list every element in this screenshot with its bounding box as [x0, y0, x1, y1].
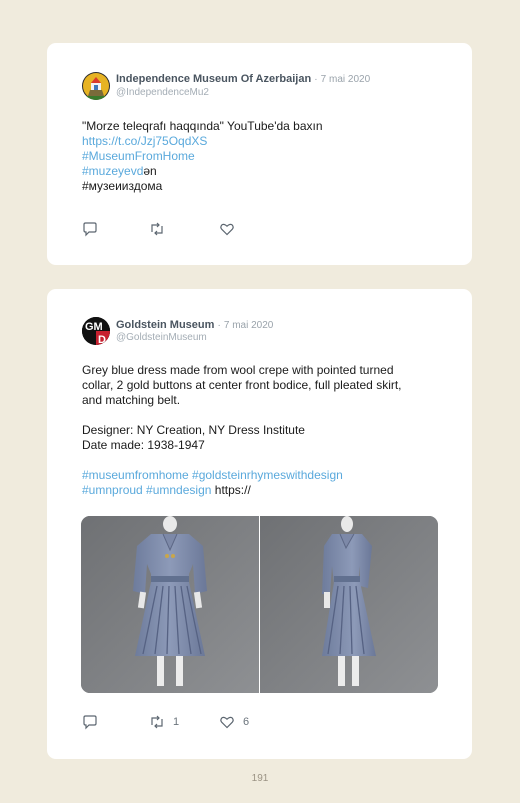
gmd-logo-icon: GM D	[82, 317, 110, 345]
tweet-date[interactable]: 7 mai 2020	[224, 320, 273, 331]
heart-icon	[220, 716, 234, 729]
reply-icon	[83, 715, 97, 730]
retweet-count: 1	[173, 716, 180, 728]
hashtag[interactable]: #muzeyevd	[82, 164, 143, 178]
author-handle[interactable]: @GoldsteinMuseum	[116, 332, 207, 343]
reply-button[interactable]	[82, 714, 98, 730]
tweet-card: Independence Museum Of Azerbaijan · 7 ma…	[47, 43, 472, 265]
like-count: 6	[243, 716, 250, 728]
author-handle[interactable]: @IndependenceMu2	[116, 87, 209, 98]
avatar[interactable]: GM D	[82, 317, 110, 345]
tweet-actions: 1 6	[82, 714, 282, 730]
tweet-date[interactable]: 7 mai 2020	[321, 74, 370, 85]
svg-text:D: D	[98, 334, 106, 345]
like-button[interactable]: 6	[219, 714, 249, 730]
tweet-actions	[82, 221, 282, 237]
tweet-card: GM D Goldstein Museum · 7 mai 2020 @Gold…	[47, 289, 472, 759]
tweet-line: Grey blue dress made from wool crepe wit…	[82, 363, 394, 377]
tweet-line: "Morze teleqrafı haqqında" YouTube'da ba…	[82, 119, 323, 133]
like-button[interactable]	[219, 221, 235, 237]
tweet-line: Designer: NY Creation, NY Dress Institut…	[82, 423, 305, 437]
retweet-button[interactable]	[149, 221, 165, 237]
page-number: 191	[251, 773, 269, 784]
retweet-button[interactable]: 1	[149, 714, 179, 730]
separator: ·	[314, 74, 318, 85]
author-name[interactable]: Independence Museum Of Azerbaijan	[116, 73, 311, 85]
tweet-media[interactable]	[81, 516, 438, 693]
truncated-link[interactable]: https://	[215, 483, 251, 497]
separator: ·	[217, 320, 221, 331]
dress-front-image-icon	[81, 516, 259, 693]
hashtags[interactable]: #umnproud #umndesign	[82, 483, 211, 497]
author-name[interactable]: Goldstein Museum	[116, 319, 214, 331]
tweet-line: and matching belt.	[82, 393, 181, 407]
reply-button[interactable]	[82, 221, 98, 237]
svg-text:GM: GM	[85, 321, 103, 333]
hashtag-suffix: ən	[143, 164, 157, 178]
avatar[interactable]	[82, 72, 110, 100]
tweet-line: collar, 2 gold buttons at center front b…	[82, 378, 402, 392]
hashtag[interactable]: #MuseumFromHome	[82, 149, 442, 164]
retweet-icon	[151, 715, 163, 729]
tweet-line: Date made: 1938-1947	[82, 438, 205, 452]
reply-icon	[83, 222, 97, 237]
hashtag-plain: #музеииздома	[82, 179, 163, 193]
heart-icon	[220, 223, 234, 236]
museum-tower-avatar-icon	[82, 72, 110, 100]
tweet-text: Grey blue dress made from wool crepe wit…	[82, 363, 442, 498]
grey-blue-dress-side-photo[interactable]	[260, 516, 438, 693]
dress-side-image-icon	[260, 516, 438, 693]
hashtags[interactable]: #museumfromhome #goldsteinrhymeswithdesi…	[82, 468, 442, 483]
tweet-text: "Morze teleqrafı haqqında" YouTube'da ba…	[82, 119, 442, 194]
tweet-link[interactable]: https://t.co/Jzj75OqdXS	[82, 134, 442, 149]
retweet-icon	[151, 222, 163, 236]
grey-blue-dress-front-photo[interactable]	[81, 516, 259, 693]
